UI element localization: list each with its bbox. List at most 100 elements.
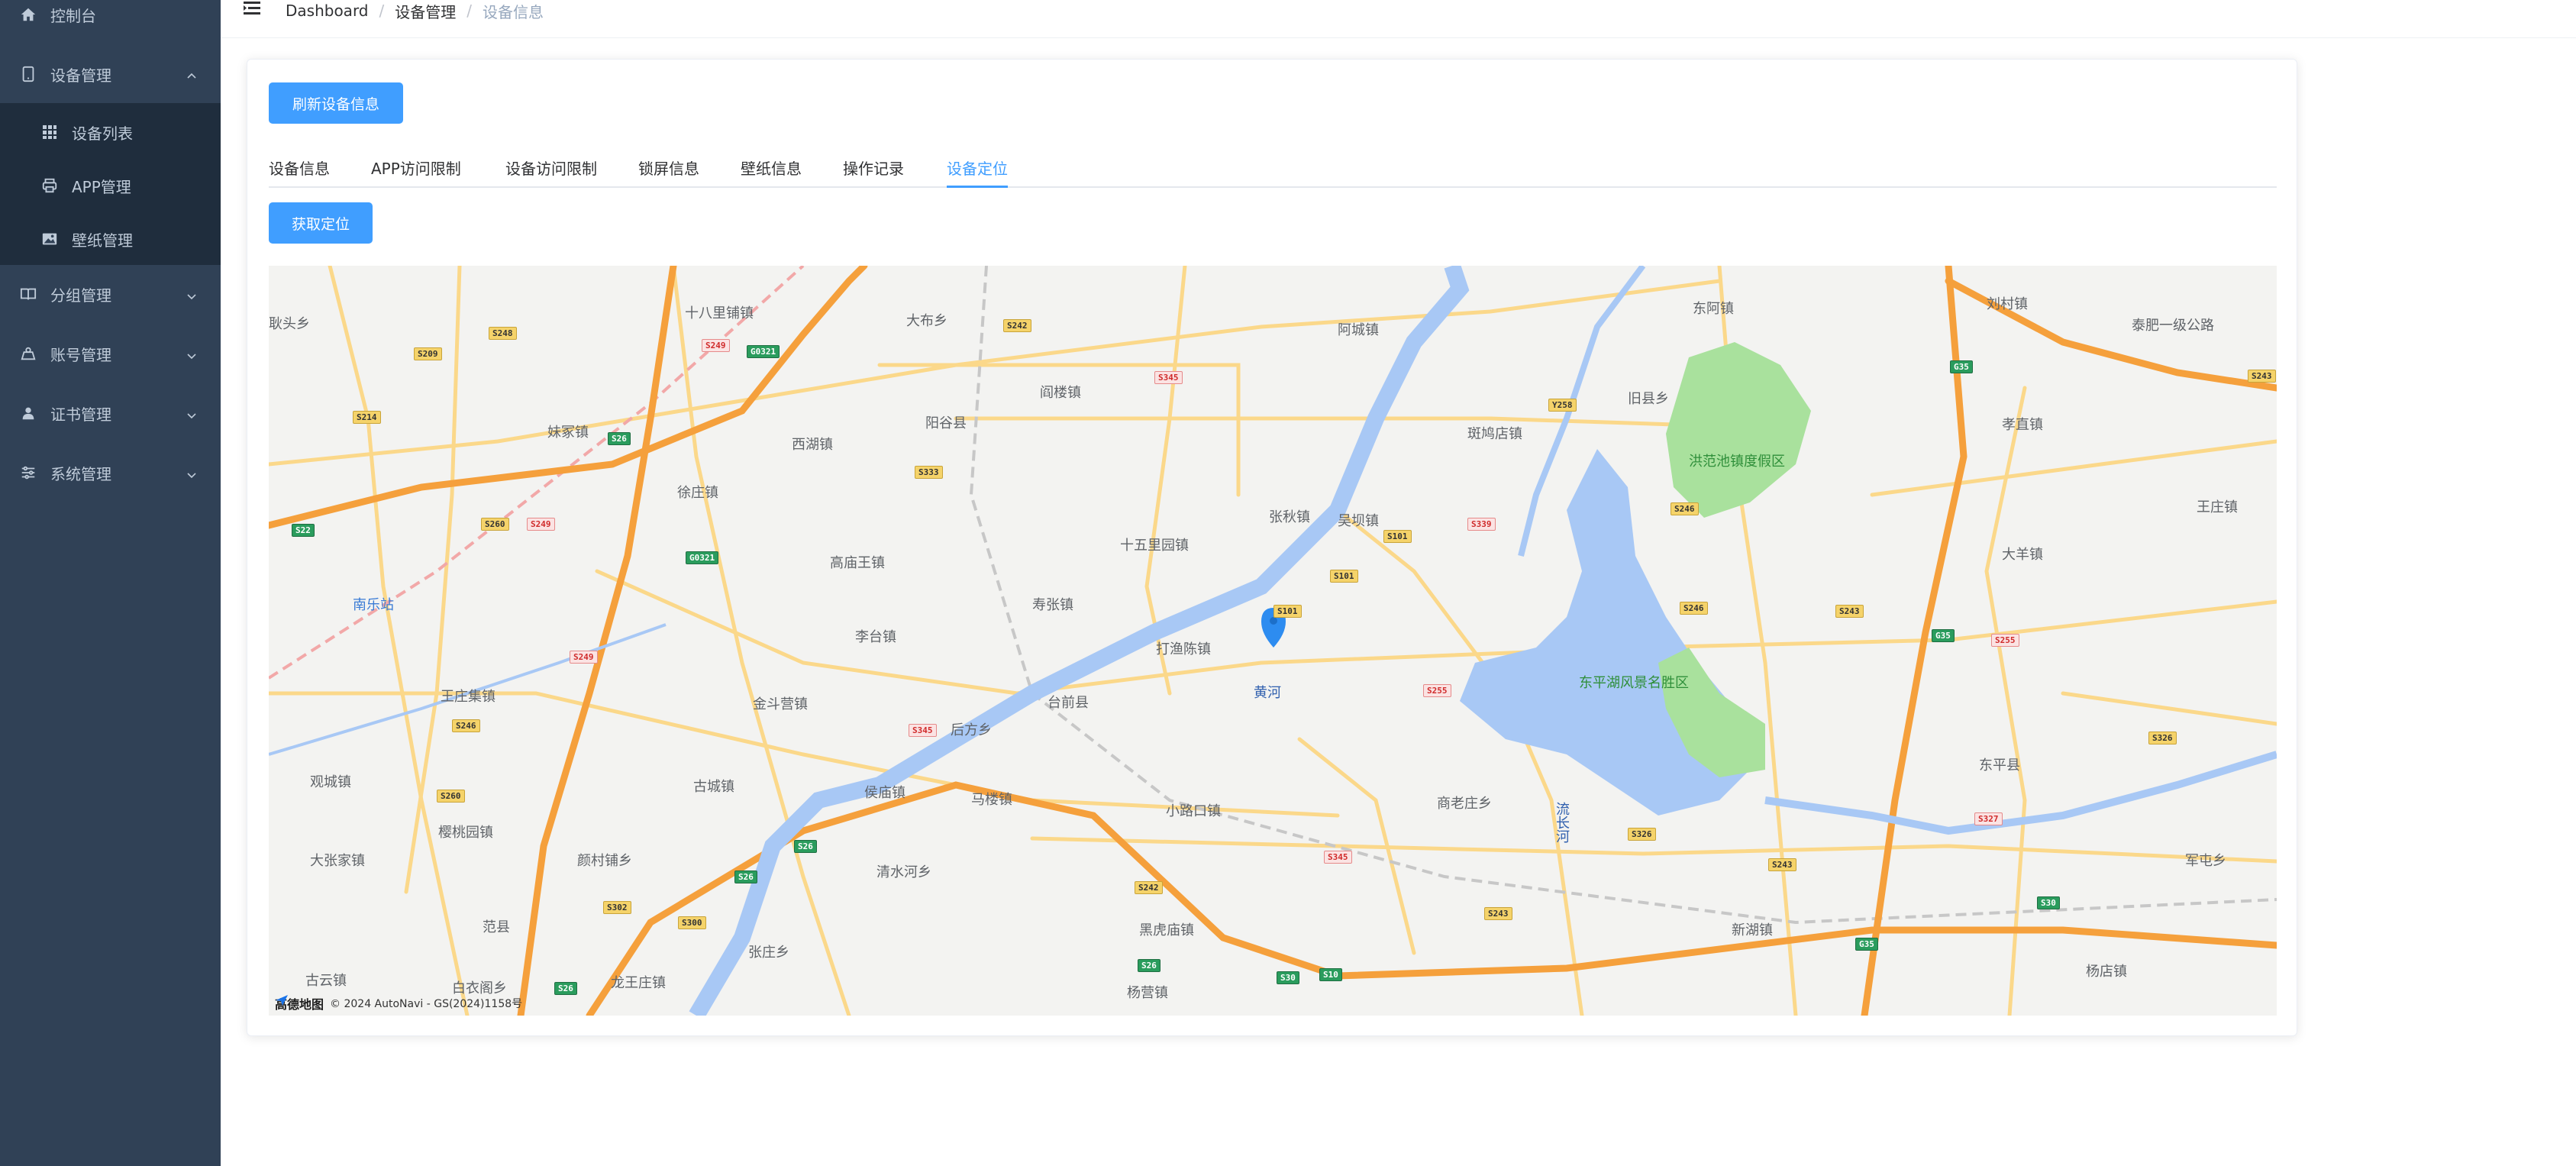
map-place-label: 古云镇	[305, 973, 347, 989]
map-place-label: 阳谷县	[925, 415, 967, 431]
sidebar-item-certificate-management[interactable]: 证书管理	[0, 383, 221, 443]
road-shield: S255	[1423, 684, 1451, 697]
map-place-label: 商老庄乡	[1437, 796, 1492, 812]
map-place-label: 大羊镇	[2002, 547, 2043, 563]
road-shield: S30	[2037, 896, 2060, 909]
road-shield: S345	[1154, 371, 1183, 384]
sidebar-item-label: APP管理	[72, 177, 131, 196]
sidebar-item-console[interactable]: 控制台	[0, 0, 221, 44]
map-place-label: 徐庄镇	[677, 485, 718, 501]
road-shield: G35	[1950, 360, 1973, 373]
breadcrumb-item-device-management[interactable]: 设备管理	[395, 0, 456, 22]
tab-lockscreen-info[interactable]: 锁屏信息	[638, 151, 699, 186]
road-shield: S300	[678, 916, 706, 929]
map-place-label: 打渔陈镇	[1156, 641, 1211, 657]
road-shield: S243	[2248, 370, 2276, 383]
map-place-label: 张秋镇	[1269, 509, 1310, 525]
book-icon	[18, 284, 38, 304]
sidebar-item-label: 系统管理	[50, 464, 111, 483]
sliders-icon	[18, 463, 38, 483]
road-shield: S246	[452, 719, 480, 732]
sidebar-item-system-management[interactable]: 系统管理	[0, 443, 221, 502]
map-copyright: © 2024 AutoNavi - GS(2024)1158号	[330, 998, 523, 1010]
map-place-label: 金斗营镇	[753, 696, 808, 712]
road-shield: G35	[1932, 629, 1955, 642]
map-place-label: 大张家镇	[310, 853, 365, 869]
map-place-label: 妹冢镇	[547, 425, 589, 441]
map-place-label: 李台镇	[855, 629, 896, 645]
hamburger-icon[interactable]	[244, 0, 263, 18]
tab-device-location[interactable]: 设备定位	[947, 151, 1008, 188]
sidebar-item-label: 设备管理	[50, 66, 111, 85]
map-place-label: 观城镇	[310, 774, 351, 790]
map-place-label: 阿城镇	[1338, 322, 1379, 338]
map-place-label: 张庄乡	[748, 945, 789, 961]
road-shield: S249	[570, 651, 598, 664]
road-shield: S260	[481, 518, 509, 531]
road-shield: S30	[1277, 971, 1299, 984]
map-place-label: 旧县乡	[1628, 391, 1669, 407]
tab-app-access-limit[interactable]: APP访问限制	[371, 151, 461, 186]
road-shield: S26	[1138, 959, 1160, 972]
map-place-label: 黄河	[1254, 685, 1281, 701]
sidebar-item-label: 控制台	[50, 6, 96, 25]
map-place-label: 高庙王镇	[830, 555, 885, 571]
chevron-down-icon	[186, 407, 198, 419]
refresh-device-info-button[interactable]: 刷新设备信息	[269, 82, 403, 124]
tablet-icon	[18, 64, 38, 84]
road-shield: S345	[1324, 851, 1352, 864]
road-shield: S326	[2148, 732, 2177, 744]
map-place-label: 杨店镇	[2086, 964, 2127, 980]
sidebar-item-label: 证书管理	[50, 405, 111, 424]
road-shield: G35	[1855, 938, 1878, 951]
road-shield: S214	[353, 411, 381, 424]
road-shield: S10	[1319, 968, 1342, 981]
tab-operation-log[interactable]: 操作记录	[843, 151, 904, 186]
person-icon	[18, 403, 38, 423]
tab-wallpaper-info[interactable]: 壁纸信息	[741, 151, 802, 186]
map-place-label: 黑虎庙镇	[1139, 922, 1194, 938]
breadcrumb-separator: /	[466, 2, 473, 20]
grid-icon	[40, 122, 60, 142]
map-place-label: 流长河	[1554, 802, 1570, 843]
sidebar-item-label: 分组管理	[50, 286, 111, 305]
user-folder-icon	[18, 344, 38, 363]
map-place-label: 王庄镇	[2197, 499, 2238, 515]
map-place-label: 军屯乡	[2185, 853, 2226, 869]
image-icon	[40, 229, 60, 249]
sidebar-item-account-management[interactable]: 账号管理	[0, 324, 221, 383]
map-view[interactable]: 十八里铺镇 大布乡 阿城镇 东阿镇 刘村镇 泰肥一级公路 阎楼镇 阳谷县 旧县乡…	[269, 266, 2277, 1016]
road-shield: S26	[734, 870, 757, 883]
sidebar-item-app-management[interactable]: APP管理	[0, 156, 221, 215]
map-place-label: 新湖镇	[1732, 922, 1773, 938]
breadcrumb-item-current: 设备信息	[483, 2, 544, 21]
map-place-label: 泰肥一级公路	[2132, 318, 2214, 334]
tab-device-access-limit[interactable]: 设备访问限制	[505, 151, 597, 186]
tab-device-info[interactable]: 设备信息	[269, 151, 330, 186]
road-shield: S26	[608, 432, 631, 445]
chevron-down-icon	[186, 467, 198, 479]
road-shield: S101	[1273, 605, 1302, 618]
road-shield: S302	[603, 901, 631, 914]
sidebar-item-device-management[interactable]: 设备管理	[0, 44, 221, 104]
device-info-card: 刷新设备信息 设备信息 APP访问限制 设备访问限制 锁屏信息 壁纸信息 操作记…	[247, 59, 2297, 1036]
road-shield: S26	[554, 982, 577, 995]
sidebar-item-wallpaper-management[interactable]: 壁纸管理	[0, 209, 221, 269]
road-shield: S242	[1003, 319, 1031, 332]
map-place-label: 王庄集镇	[441, 689, 496, 705]
road-shield: S243	[1835, 605, 1864, 618]
road-shield: S101	[1383, 530, 1412, 543]
breadcrumb-separator: /	[379, 2, 385, 20]
road-shield: S255	[1991, 634, 2019, 647]
map-place-label: 斑鸠店镇	[1467, 426, 1522, 442]
breadcrumb-item-dashboard[interactable]: Dashboard	[286, 2, 369, 20]
sidebar-item-group-management[interactable]: 分组管理	[0, 264, 221, 324]
get-location-button[interactable]: 获取定位	[269, 202, 373, 244]
top-header: Dashboard / 设备管理 / 设备信息	[221, 0, 2576, 38]
map-place-label: 范县	[483, 919, 510, 935]
map-place-label: 清水河乡	[876, 864, 931, 880]
road-shield: S327	[1974, 812, 2003, 825]
sidebar: 控制台 设备管理 设备列表 APP管理 壁纸管理 分组管理 账号管理 证书管理 …	[0, 0, 221, 1166]
sidebar-item-device-list[interactable]: 设备列表	[0, 102, 221, 162]
road-shield: S260	[437, 790, 465, 803]
